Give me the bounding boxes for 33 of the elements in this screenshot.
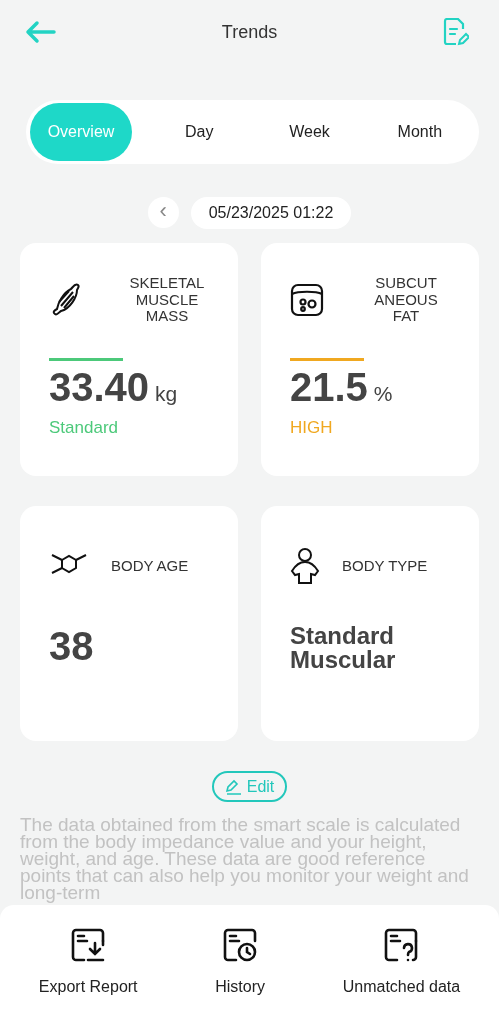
action-button[interactable]: History	[209, 927, 272, 1007]
previous-date-button[interactable]: ‹	[147, 197, 179, 228]
period-tab[interactable]: Week	[254, 103, 365, 161]
page-title: Trends	[221, 21, 278, 43]
metric-value: 38	[49, 624, 94, 668]
metric-unit: kg	[155, 382, 178, 406]
status-label: HIGH	[290, 418, 334, 438]
metric-value: 21.5	[290, 365, 368, 410]
document-download-icon	[71, 928, 106, 962]
metric-unit: %	[373, 382, 393, 406]
period-tab[interactable]: Month	[364, 103, 475, 161]
date-label: 05/23/2025 01:22	[190, 197, 352, 229]
period-tab[interactable]: Day	[144, 103, 255, 161]
metric-title: BODY TYPE	[342, 557, 428, 575]
back-arrow-icon[interactable]	[24, 20, 56, 44]
metric-title: SUBCUT ANEOUS FAT	[373, 275, 439, 325]
person-icon	[290, 547, 320, 585]
action-button[interactable]: Export Report	[32, 927, 144, 1007]
pencil-icon	[224, 778, 242, 795]
fat-cells-icon	[290, 282, 324, 318]
action-button[interactable]: Unmatched data	[336, 927, 467, 1007]
document-clock-icon	[223, 928, 258, 962]
metric-card[interactable]: BODY TYPE Standard Muscular	[261, 506, 479, 741]
metric-card[interactable]: SKELETAL MUSCLE MASS 33.40 kg Standard	[20, 243, 238, 476]
document-question-icon	[384, 928, 419, 962]
metric-title: BODY AGE	[111, 557, 189, 575]
metric-card[interactable]: SUBCUT ANEOUS FAT 21.5% HIGH	[261, 243, 479, 476]
status-label: Standard	[49, 418, 119, 438]
edit-document-icon[interactable]	[443, 18, 469, 46]
metric-card[interactable]: BODY AGE 38	[20, 506, 238, 741]
metric-value: Standard Muscular	[290, 622, 396, 673]
metric-title: SKELETAL MUSCLE MASS	[128, 275, 206, 325]
metric-value: 33.40	[49, 365, 150, 410]
